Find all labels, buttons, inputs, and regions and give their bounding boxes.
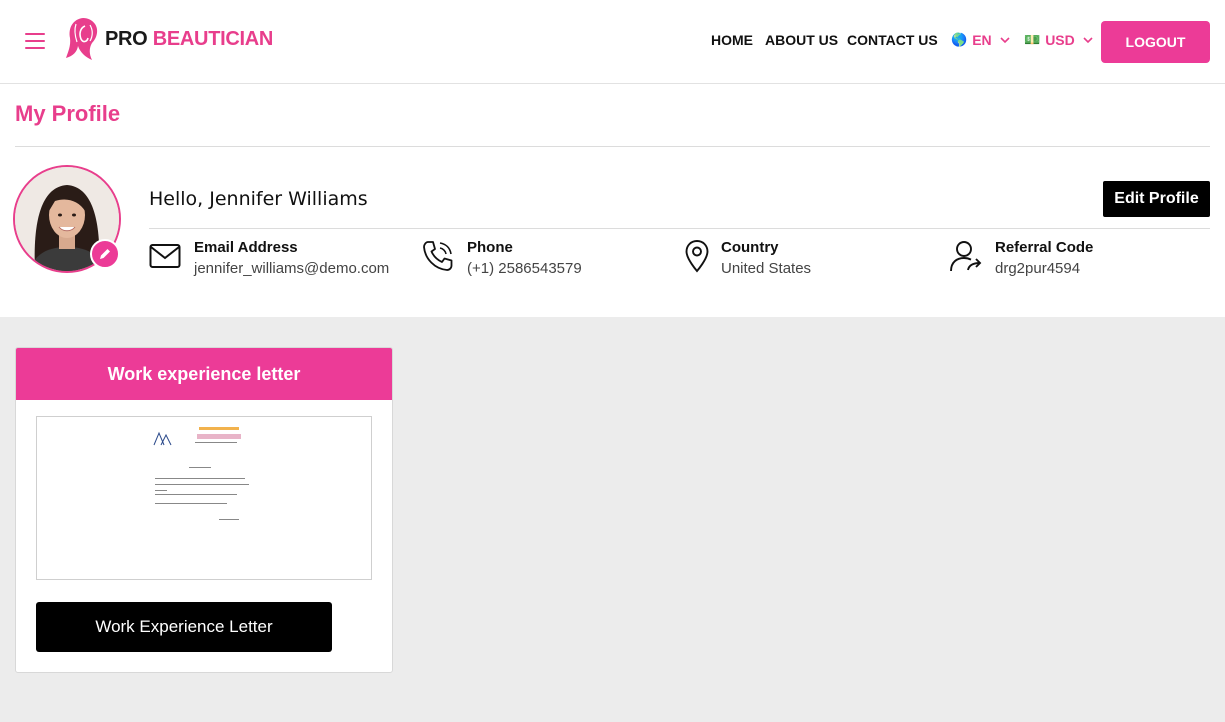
- email-value: jennifer_williams@demo.com: [194, 260, 390, 277]
- country-label: Country: [721, 239, 779, 256]
- money-icon: 💵: [1024, 32, 1041, 47]
- profile-section: My Profile Hello, Jennifer Williams Edit…: [0, 84, 1225, 317]
- divider: [15, 146, 1210, 147]
- email-label: Email Address: [194, 239, 298, 256]
- text-line: [155, 478, 245, 479]
- pencil-icon: [100, 249, 110, 259]
- letterhead-logo: [153, 431, 172, 446]
- brand-pro: PRO: [105, 27, 148, 50]
- language-selector[interactable]: 🌎 EN: [951, 32, 1010, 48]
- phone-label: Phone: [467, 239, 513, 256]
- edit-profile-button[interactable]: Edit Profile: [1103, 181, 1210, 217]
- card-title: Work experience letter: [16, 348, 392, 400]
- greeting-text: Hello, Jennifer Williams: [149, 188, 368, 210]
- page-title: My Profile: [15, 101, 121, 126]
- letterhead-stamp: [197, 434, 241, 439]
- language-value: EN: [972, 32, 992, 48]
- nav-home[interactable]: HOME: [711, 32, 753, 48]
- top-navbar: PRO BEAUTICIAN HOME ABOUT US CONTACT US …: [0, 0, 1225, 84]
- phone-value: (+1) 2586543579: [467, 260, 582, 277]
- text-line: [155, 484, 249, 485]
- signature-line: [219, 519, 239, 520]
- user-share-icon: [950, 241, 982, 272]
- phone-icon: [423, 241, 453, 271]
- chevron-down-icon: [1083, 36, 1093, 43]
- letterhead-stamp: [199, 427, 239, 430]
- text-line: [155, 503, 227, 504]
- globe-icon: 🌎: [951, 32, 968, 47]
- letter-thumbnail: [147, 423, 257, 571]
- currency-selector[interactable]: 💵 USD: [1024, 32, 1093, 48]
- referral-value: drg2pur4594: [995, 260, 1081, 277]
- logout-button[interactable]: LOGOUT: [1101, 21, 1210, 63]
- text-line: [189, 467, 211, 468]
- chevron-down-icon: [1000, 36, 1010, 43]
- nav-about-us[interactable]: ABOUT US: [765, 32, 838, 48]
- text-line: [155, 490, 167, 491]
- country-value: United States: [721, 260, 812, 277]
- envelope-icon: [149, 244, 181, 268]
- woman-hair-logo-icon: [66, 18, 98, 60]
- brand-logo[interactable]: PRO BEAUTICIAN: [65, 16, 273, 62]
- brand-beautician: BEAUTICIAN: [152, 27, 274, 50]
- text-line: [155, 494, 237, 495]
- map-pin-icon: [685, 240, 709, 273]
- avatar-edit-button[interactable]: [90, 239, 120, 269]
- divider: [149, 228, 1210, 229]
- currency-value: USD: [1045, 32, 1075, 48]
- work-experience-letter-button[interactable]: Work Experience Letter: [36, 602, 332, 652]
- referral-label: Referral Code: [995, 239, 1094, 256]
- nav-contact-us[interactable]: CONTACT US: [847, 32, 938, 48]
- hamburger-menu-icon[interactable]: [25, 33, 45, 49]
- brand-name: PRO BEAUTICIAN: [105, 28, 273, 51]
- document-preview[interactable]: [36, 416, 372, 580]
- document-card: Work experience letter Work Experience L…: [15, 347, 393, 673]
- text-line: [195, 442, 237, 443]
